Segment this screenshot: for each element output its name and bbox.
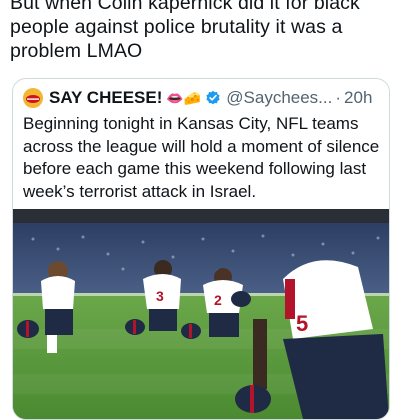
quoted-handle[interactable]: @Saychees... [226, 88, 332, 108]
jersey-number-1: 3 [156, 288, 164, 304]
quoted-tweet-text: Beginning tonight in Kansas City, NFL te… [23, 114, 380, 201]
quoted-author-name[interactable]: SAY CHEESE! [49, 88, 162, 108]
jersey-number-2: 2 [214, 292, 222, 308]
quoted-tweet-header: SAY CHEESE! 👄🧀 @Saychees... · 20h [23, 87, 383, 109]
lips-avatar-icon [26, 95, 40, 103]
quoted-tweet-photo[interactable]: 3 2 5 [13, 209, 389, 419]
avatar[interactable] [23, 88, 43, 108]
jersey-number-3: 5 [296, 311, 308, 336]
separator-dot: · [335, 88, 342, 107]
name-emojis: 👄🧀 [166, 89, 202, 106]
quoted-tweet-card[interactable]: SAY CHEESE! 👄🧀 @Saychees... · 20h Beginn… [12, 78, 390, 420]
post-text: But when Colin kapernick did it for blac… [10, 0, 360, 62]
quoted-timestamp[interactable]: 20h [344, 88, 372, 108]
kneeling-players-image: 3 2 5 [13, 209, 389, 419]
verified-badge-icon [205, 90, 221, 106]
